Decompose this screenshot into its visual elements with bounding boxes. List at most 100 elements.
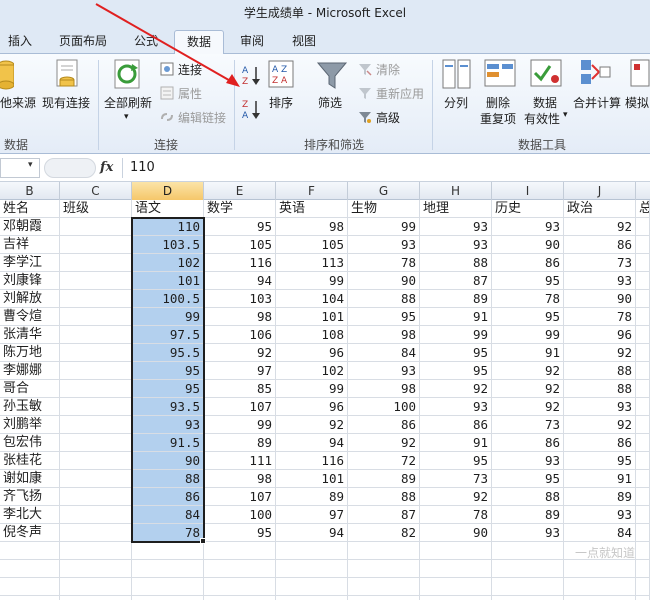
cell-c[interactable] xyxy=(60,362,132,380)
cell-f[interactable] xyxy=(276,578,348,596)
cell-b[interactable]: 陈万地 xyxy=(0,344,60,362)
cell-h[interactable]: 92 xyxy=(420,488,492,506)
cell-g[interactable]: 78 xyxy=(348,254,420,272)
cell-f[interactable] xyxy=(276,542,348,560)
advanced-button[interactable]: 高级 xyxy=(376,109,400,126)
cell-g[interactable]: 98 xyxy=(348,380,420,398)
cell-i[interactable] xyxy=(492,542,564,560)
data-validation-label-1[interactable]: 数据 xyxy=(533,94,557,111)
reapply-button[interactable]: 重新应用 xyxy=(376,85,424,102)
cell-b[interactable]: 张桂花 xyxy=(0,452,60,470)
cell-d[interactable]: 110 xyxy=(132,218,204,236)
cell-e[interactable]: 85 xyxy=(204,380,276,398)
cell-i[interactable]: 86 xyxy=(492,254,564,272)
cell-b[interactable] xyxy=(0,542,60,560)
cell-k[interactable] xyxy=(636,434,650,452)
properties-button[interactable]: 属性 xyxy=(178,85,202,102)
cell-k[interactable] xyxy=(636,416,650,434)
insert-function-icon[interactable]: fx xyxy=(100,160,113,175)
refresh-all-button[interactable]: 全部刷新 xyxy=(104,94,152,111)
cell-e[interactable] xyxy=(204,578,276,596)
connections-button[interactable]: 连接 xyxy=(178,61,202,78)
cell-c[interactable] xyxy=(60,236,132,254)
cell-k[interactable] xyxy=(636,470,650,488)
cell-e[interactable]: 116 xyxy=(204,254,276,272)
cell-c[interactable] xyxy=(60,542,132,560)
cell-h[interactable]: 90 xyxy=(420,524,492,542)
remove-duplicates-label-2[interactable]: 重复项 xyxy=(480,110,516,127)
cell-j[interactable] xyxy=(564,560,636,578)
cell-e[interactable]: 94 xyxy=(204,272,276,290)
remove-duplicates-label-1[interactable]: 删除 xyxy=(486,94,510,111)
cell-j[interactable] xyxy=(564,596,636,600)
cell-j[interactable] xyxy=(564,578,636,596)
cell-e[interactable]: 111 xyxy=(204,452,276,470)
cell-f[interactable]: 96 xyxy=(276,344,348,362)
cell-c[interactable] xyxy=(60,290,132,308)
cell-d[interactable]: 99 xyxy=(132,308,204,326)
cell-g[interactable]: 95 xyxy=(348,308,420,326)
cell-h[interactable]: 99 xyxy=(420,326,492,344)
cell-i[interactable]: 89 xyxy=(492,506,564,524)
cell-e[interactable]: 97 xyxy=(204,362,276,380)
cell-d[interactable] xyxy=(132,578,204,596)
column-header-b[interactable]: B xyxy=(0,182,60,200)
cell-j[interactable]: 78 xyxy=(564,308,636,326)
cell-b[interactable]: 邓朝霞 xyxy=(0,218,60,236)
cell-i[interactable]: 95 xyxy=(492,308,564,326)
cell-c[interactable] xyxy=(60,506,132,524)
column-header-k[interactable] xyxy=(636,182,650,200)
cell-b[interactable]: 包宏伟 xyxy=(0,434,60,452)
sort-a-to-z-icon[interactable]: AZ xyxy=(242,64,262,89)
tab-insert[interactable]: 插入 xyxy=(2,30,38,54)
cell-e[interactable] xyxy=(204,560,276,578)
cell-f[interactable]: 94 xyxy=(276,434,348,452)
header-cell-e[interactable]: 数学 xyxy=(204,200,276,218)
cell-e[interactable]: 98 xyxy=(204,470,276,488)
cell-j[interactable]: 88 xyxy=(564,380,636,398)
cell-h[interactable]: 87 xyxy=(420,272,492,290)
cell-c[interactable] xyxy=(60,308,132,326)
cell-e[interactable]: 107 xyxy=(204,398,276,416)
cell-h[interactable]: 78 xyxy=(420,506,492,524)
cell-j[interactable]: 73 xyxy=(564,254,636,272)
cell-e[interactable]: 98 xyxy=(204,308,276,326)
cell-b[interactable]: 李北大 xyxy=(0,506,60,524)
what-if-analysis-button[interactable]: 模拟 xyxy=(625,94,649,111)
filter-button[interactable]: 筛选 xyxy=(318,94,342,111)
cell-i[interactable]: 99 xyxy=(492,326,564,344)
cell-c[interactable] xyxy=(60,344,132,362)
cell-g[interactable]: 88 xyxy=(348,290,420,308)
cell-f[interactable]: 99 xyxy=(276,380,348,398)
cell-f[interactable]: 102 xyxy=(276,362,348,380)
formula-input[interactable]: 110 xyxy=(130,160,155,175)
cell-b[interactable]: 孙玉敏 xyxy=(0,398,60,416)
cell-j[interactable]: 86 xyxy=(564,434,636,452)
cell-h[interactable]: 91 xyxy=(420,434,492,452)
cell-d[interactable] xyxy=(132,560,204,578)
cell-c[interactable] xyxy=(60,560,132,578)
column-header-d[interactable]: D xyxy=(132,182,204,200)
header-cell-g[interactable]: 生物 xyxy=(348,200,420,218)
cell-e[interactable]: 92 xyxy=(204,344,276,362)
cell-d[interactable]: 88 xyxy=(132,470,204,488)
cell-h[interactable]: 92 xyxy=(420,380,492,398)
cell-j[interactable]: 95 xyxy=(564,452,636,470)
cell-c[interactable] xyxy=(60,380,132,398)
cell-c[interactable] xyxy=(60,470,132,488)
cell-j[interactable]: 90 xyxy=(564,290,636,308)
cell-c[interactable] xyxy=(60,272,132,290)
cell-k[interactable] xyxy=(636,488,650,506)
header-cell-c[interactable]: 班级 xyxy=(60,200,132,218)
cell-f[interactable] xyxy=(276,596,348,600)
cell-c[interactable] xyxy=(60,452,132,470)
cell-g[interactable]: 93 xyxy=(348,362,420,380)
refresh-dropdown-icon[interactable]: ▾ xyxy=(124,112,129,122)
cell-k[interactable] xyxy=(636,380,650,398)
cell-g[interactable]: 90 xyxy=(348,272,420,290)
cell-f[interactable]: 97 xyxy=(276,506,348,524)
cell-h[interactable]: 95 xyxy=(420,452,492,470)
cell-i[interactable]: 88 xyxy=(492,488,564,506)
header-cell-k[interactable]: 总 xyxy=(636,200,650,218)
consolidate-button[interactable]: 合并计算 xyxy=(573,94,621,111)
